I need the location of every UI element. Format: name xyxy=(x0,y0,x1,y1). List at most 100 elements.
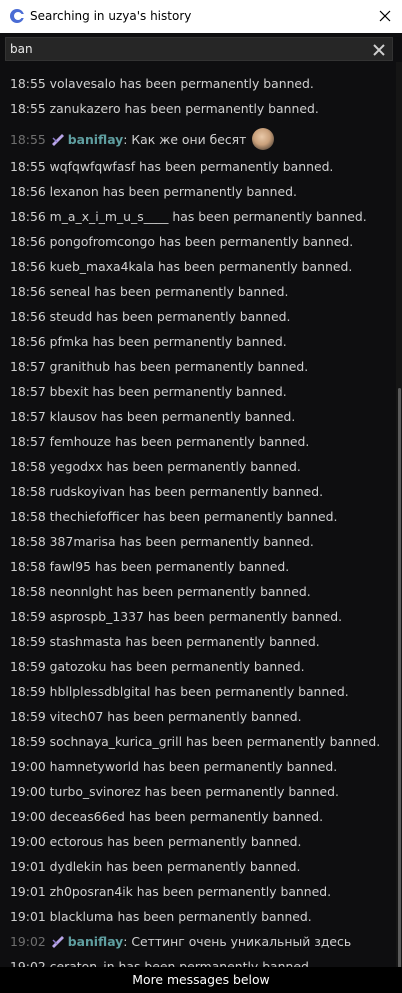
more-messages-below-button[interactable]: More messages below xyxy=(0,967,402,993)
message-text: kueb_maxa4kala has been permanently bann… xyxy=(49,259,353,274)
message-text: vitech07 has been permanently banned. xyxy=(49,709,302,724)
message-text: volavesalo has been permanently banned. xyxy=(49,76,314,91)
clear-search-button[interactable] xyxy=(372,42,386,56)
ban-notice: 18:56 pfmka has been permanently banned. xyxy=(10,333,287,351)
ban-notice: 18:58 rudskoyivan has been permanently b… xyxy=(10,483,323,501)
moderator-badge-icon xyxy=(51,134,64,146)
message-text: zanukazero has been permanently banned. xyxy=(49,101,319,116)
ban-notice: 18:57 klausov has been permanently banne… xyxy=(10,408,295,426)
message-text: asprospb_1337 has been permanently banne… xyxy=(49,609,343,624)
timestamp: 19:01 xyxy=(10,909,46,924)
message-text: seneal has been permanently banned. xyxy=(49,284,289,299)
message-text: wqfqwfqwfasf has been permanently banned… xyxy=(49,159,334,174)
ban-notice: 18:57 granithub has been permanently ban… xyxy=(10,358,308,376)
timestamp: 18:57 xyxy=(10,384,46,399)
timestamp: 18:58 xyxy=(10,459,46,474)
message-log: 18:55 volavesalo has been permanently ba… xyxy=(0,62,396,993)
ban-notice: 18:56 lexanon has been permanently banne… xyxy=(10,183,297,201)
ban-notice: 18:59 gatozoku has been permanently bann… xyxy=(10,658,305,676)
timestamp: 19:00 xyxy=(10,784,46,799)
message-text: stashmasta has been permanently banned. xyxy=(49,634,320,649)
chat-message: 18:55 baniflay: Как же они бесят xyxy=(10,128,275,150)
message-text: turbo_svinorez has been permanently bann… xyxy=(49,784,339,799)
timestamp: 19:01 xyxy=(10,884,46,899)
timestamp: 18:59 xyxy=(10,634,46,649)
message-text: femhouze has been permanently banned. xyxy=(49,434,310,449)
timestamp: 18:58 xyxy=(10,534,46,549)
timestamp: 18:59 xyxy=(10,659,46,674)
ban-notice: 18:55 volavesalo has been permanently ba… xyxy=(10,75,314,93)
ban-notice: 18:55 wqfqwfqwfasf has been permanently … xyxy=(10,158,333,176)
ban-notice: 19:01 blackluma has been permanently ban… xyxy=(10,908,312,926)
message-text: steudd has been permanently banned. xyxy=(49,309,291,324)
timestamp: 18:55 xyxy=(10,159,46,174)
ban-notice: 18:59 asprospb_1337 has been permanently… xyxy=(10,608,342,626)
timestamp: 18:59 xyxy=(10,609,46,624)
search-input[interactable] xyxy=(10,40,350,58)
ban-notice: 18:58 neonnlght has been permanently ban… xyxy=(10,583,311,601)
ban-notice: 18:56 pongofromcongo has been permanentl… xyxy=(10,233,353,251)
message-text: yegodxx has been permanently banned. xyxy=(49,459,301,474)
message-text: hbllplessdblgital has been permanently b… xyxy=(49,684,349,699)
timestamp: 18:56 xyxy=(10,259,46,274)
message-text: hamnetyworld has been permanently banned… xyxy=(49,759,338,774)
message-text: neonnlght has been permanently banned. xyxy=(49,584,311,599)
timestamp: 18:56 xyxy=(10,334,46,349)
ban-notice: 18:58 387marisa has been permanently ban… xyxy=(10,533,314,551)
message-text: thechiefofficer has been permanently ban… xyxy=(49,509,338,524)
timestamp: 18:59 xyxy=(10,709,46,724)
timestamp: 18:58 xyxy=(10,509,46,524)
ban-notice: 19:00 hamnetyworld has been permanently … xyxy=(10,758,337,776)
username[interactable]: baniflay xyxy=(68,132,124,147)
timestamp: 18:57 xyxy=(10,359,46,374)
timestamp: 18:57 xyxy=(10,409,46,424)
timestamp: 18:55 xyxy=(10,132,46,147)
timestamp: 19:00 xyxy=(10,759,46,774)
timestamp: 19:01 xyxy=(10,859,46,874)
message-text: rudskoyivan has been permanently banned. xyxy=(49,484,324,499)
message-text: ectorous has been permanently banned. xyxy=(49,834,302,849)
message-text: gatozoku has been permanently banned. xyxy=(49,659,305,674)
close-icon xyxy=(379,10,391,22)
message-text: sochnaya_kurica_grill has been permanent… xyxy=(49,734,381,749)
ban-notice: 18:55 zanukazero has been permanently ba… xyxy=(10,100,319,118)
timestamp: 18:58 xyxy=(10,484,46,499)
timestamp: 18:59 xyxy=(10,684,46,699)
timestamp: 19:02 xyxy=(10,934,46,949)
scrollbar-thumb[interactable] xyxy=(398,388,401,968)
message-text: 387marisa has been permanently banned. xyxy=(49,534,314,549)
message-text: granithub has been permanently banned. xyxy=(49,359,309,374)
close-button[interactable] xyxy=(368,0,402,33)
ban-notice: 18:56 steudd has been permanently banned… xyxy=(10,308,290,326)
message-text: fawl95 has been permanently banned. xyxy=(49,559,290,574)
ban-notice: 19:00 turbo_svinorez has been permanentl… xyxy=(10,783,339,801)
message-text: Сеттинг очень уникальный здесь xyxy=(131,934,352,949)
ban-notice: 18:59 hbllplessdblgital has been permane… xyxy=(10,683,349,701)
face-emote[interactable] xyxy=(252,128,275,150)
timestamp: 18:56 xyxy=(10,284,46,299)
message-text: lexanon has been permanently banned. xyxy=(49,184,297,199)
window-title: Searching in uzya's history xyxy=(30,9,192,23)
ban-notice: 18:56 kueb_maxa4kala has been permanentl… xyxy=(10,258,352,276)
ban-notice: 18:58 yegodxx has been permanently banne… xyxy=(10,458,301,476)
timestamp: 19:00 xyxy=(10,834,46,849)
message-text: pongofromcongo has been permanently bann… xyxy=(49,234,354,249)
ban-notice: 18:59 stashmasta has been permanently ba… xyxy=(10,633,320,651)
timestamp: 18:55 xyxy=(10,101,46,116)
moderator-badge-icon xyxy=(51,936,64,948)
ban-notice: 19:01 zh0posran4ik has been permanently … xyxy=(10,883,331,901)
timestamp: 18:56 xyxy=(10,209,46,224)
message-text: m_a_x_i_m_u_s____ has been permanently b… xyxy=(49,209,367,224)
ban-notice: 19:01 dydlekin has been permanently bann… xyxy=(10,858,300,876)
ban-notice: 18:58 fawl95 has been permanently banned… xyxy=(10,558,289,576)
message-text: bbexit has been permanently banned. xyxy=(49,384,287,399)
timestamp: 18:59 xyxy=(10,734,46,749)
timestamp: 18:55 xyxy=(10,76,46,91)
ban-notice: 18:57 bbexit has been permanently banned… xyxy=(10,383,287,401)
username[interactable]: baniflay xyxy=(68,934,124,949)
ban-notice: 18:56 seneal has been permanently banned… xyxy=(10,283,288,301)
message-text: pfmka has been permanently banned. xyxy=(49,334,287,349)
ban-notice: 18:59 vitech07 has been permanently bann… xyxy=(10,708,302,726)
message-text: Как же они бесят xyxy=(131,132,247,147)
message-text: zh0posran4ik has been permanently banned… xyxy=(49,884,332,899)
